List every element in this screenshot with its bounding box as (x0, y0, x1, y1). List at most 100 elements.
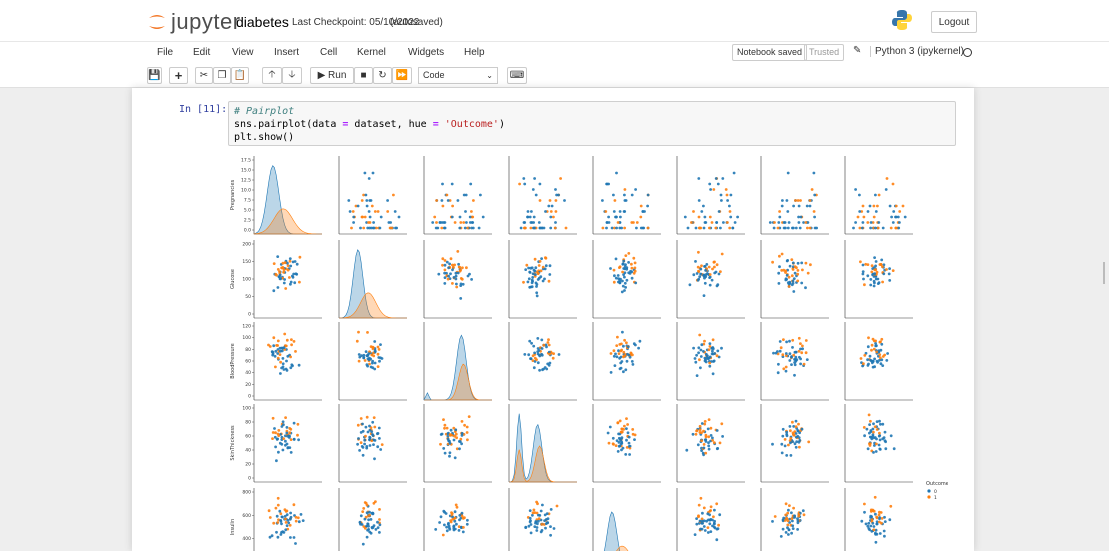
scatter-point-outcome-0 (706, 427, 710, 431)
scatter-point-outcome-0 (797, 221, 801, 224)
scatter-point-outcome-0 (686, 226, 690, 230)
command-palette-button[interactable]: ⌨ (507, 67, 527, 84)
cut-button[interactable]: ✂ (195, 67, 213, 84)
scatter-point-outcome-1 (537, 264, 541, 267)
menu-widgets[interactable]: Widgets (408, 47, 444, 58)
menu-kernel[interactable]: Kernel (357, 47, 386, 58)
scatter-point-outcome-0 (477, 226, 481, 230)
copy-button[interactable]: ❐ (213, 67, 231, 84)
scatter-point-outcome-1 (639, 204, 643, 208)
scatter-point-outcome-0 (875, 420, 879, 423)
kernel-name[interactable]: Python 3 (ipykernel) (870, 46, 964, 57)
scatter-point-outcome-0 (892, 210, 896, 213)
scatter-point-outcome-1 (433, 215, 437, 219)
scatter-point-outcome-1 (789, 429, 792, 433)
scrollbar-thumb[interactable] (1103, 262, 1105, 284)
scatter-point-outcome-1 (698, 333, 702, 337)
scatter-point-outcome-0 (527, 353, 531, 357)
scatter-point-outcome-0 (448, 262, 451, 266)
paste-button[interactable]: 📋 (231, 67, 249, 84)
legend-marker (927, 489, 931, 493)
menu-help[interactable]: Help (464, 47, 485, 58)
scatter-point-outcome-0 (781, 199, 784, 202)
scatter-point-outcome-0 (696, 278, 700, 282)
scatter-point-outcome-0 (272, 344, 276, 348)
scatter-point-outcome-0 (707, 444, 711, 448)
scatter-point-outcome-0 (866, 358, 869, 362)
scatter-point-outcome-0 (523, 353, 527, 356)
scatter-point-outcome-1 (625, 341, 628, 345)
menu-cell[interactable]: Cell (320, 47, 337, 58)
scatter-point-outcome-0 (873, 272, 876, 276)
scatter-point-outcome-1 (616, 221, 620, 224)
scatter-point-outcome-0 (443, 221, 447, 224)
scatter-point-outcome-1 (551, 356, 555, 360)
scatter-point-outcome-0 (607, 182, 610, 186)
scatter-point-outcome-1 (376, 210, 380, 213)
scatter-point-outcome-0 (361, 422, 364, 426)
legend-label: 0 (934, 489, 937, 495)
pairplot-figure: Pregnancies 17.5 15.0 12.5 10.0 7.5 5.0 2.5 0.0 G… (230, 156, 948, 551)
restart-button[interactable]: ↻ (373, 67, 392, 84)
code-cell-input[interactable]: # Pairplot sns.pairplot(data = dataset, … (228, 101, 956, 146)
scatter-point-outcome-1 (280, 266, 284, 270)
scatter-point-outcome-0 (450, 182, 454, 186)
scatter-point-outcome-1 (635, 221, 639, 224)
scatter-point-outcome-0 (868, 354, 872, 358)
menu-view[interactable]: View (232, 47, 254, 58)
scatter-point-outcome-0 (552, 527, 556, 530)
trusted-indicator[interactable]: Trusted (804, 44, 845, 61)
scatter-point-outcome-0 (791, 524, 795, 528)
scatter-point-outcome-1 (284, 517, 287, 521)
scatter-point-outcome-1 (609, 352, 613, 355)
scatter-point-outcome-1 (799, 342, 802, 345)
move-up-button[interactable]: 🡡 (262, 67, 282, 84)
y-tick-label: 40 (245, 370, 251, 376)
insert-cell-button[interactable]: + (169, 67, 188, 84)
scatter-point-outcome-1 (697, 503, 701, 507)
scatter-point-outcome-0 (869, 221, 873, 224)
run-all-button[interactable]: ⏩ (392, 67, 412, 84)
scatter-point-outcome-0 (282, 346, 286, 350)
menu-file[interactable]: File (157, 47, 173, 58)
run-button[interactable]: ▶ Run (310, 67, 354, 84)
scatter-point-outcome-0 (768, 221, 772, 224)
scatter-point-outcome-1 (359, 417, 363, 420)
scatter-point-outcome-0 (275, 459, 278, 463)
scatter-point-outcome-1 (631, 428, 635, 431)
scatter-point-outcome-0 (872, 284, 876, 288)
scatter-point-outcome-0 (367, 177, 371, 180)
jupyter-logo[interactable]: jupyter (147, 9, 241, 34)
scatter-point-outcome-0 (708, 182, 712, 186)
scatter-point-outcome-0 (787, 221, 791, 224)
scatter-point-outcome-0 (531, 513, 534, 517)
scatter-point-outcome-1 (294, 519, 298, 523)
scatter-point-outcome-1 (720, 252, 724, 256)
menu-insert[interactable]: Insert (274, 47, 299, 58)
logout-button[interactable]: Logout (931, 11, 977, 33)
cell-type-select[interactable]: Code ⌄ (418, 67, 498, 84)
scatter-point-outcome-1 (559, 177, 562, 180)
scatter-point-outcome-0 (371, 434, 375, 437)
interrupt-button[interactable]: ■ (354, 67, 373, 84)
scatter-point-outcome-0 (683, 215, 687, 219)
scatter-point-outcome-0 (458, 514, 462, 517)
save-button[interactable]: 💾 (147, 67, 162, 84)
scatter-point-outcome-0 (892, 447, 896, 451)
scatter-point-outcome-1 (282, 270, 285, 274)
scatter-point-outcome-1 (715, 263, 719, 267)
scatter-point-outcome-1 (862, 426, 866, 429)
scatter-point-outcome-0 (716, 447, 720, 450)
scatter-point-outcome-0 (620, 436, 624, 440)
scatter-point-outcome-1 (463, 423, 466, 427)
scatter-point-outcome-0 (363, 442, 366, 446)
menu-edit[interactable]: Edit (193, 47, 210, 58)
scatter-point-outcome-0 (443, 271, 446, 275)
notebook-name[interactable]: diabetes (236, 14, 289, 30)
scatter-point-outcome-1 (361, 215, 364, 219)
move-down-button[interactable]: 🡣 (282, 67, 302, 84)
scatter-point-outcome-0 (523, 221, 527, 224)
scatter-point-outcome-0 (614, 215, 617, 219)
scatter-point-outcome-1 (630, 266, 634, 270)
scatter-point-outcome-0 (274, 445, 277, 449)
